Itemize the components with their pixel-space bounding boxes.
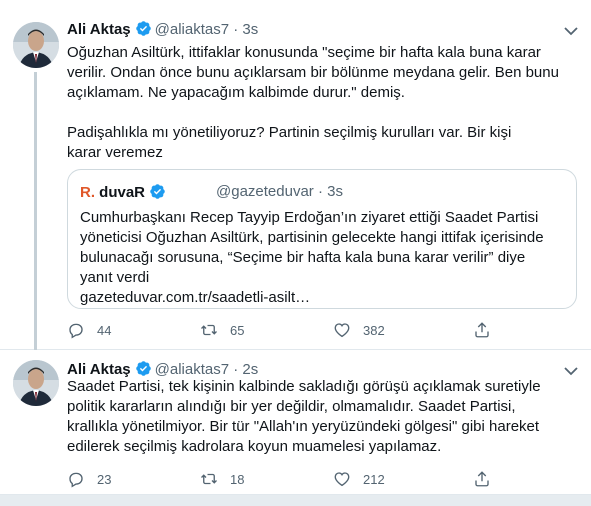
tweet-time[interactable]: 2s [242, 361, 258, 378]
author-handle[interactable]: @aliaktas7 [155, 21, 229, 38]
tweet-text-continued: Padişahlıkla mı yönetiliyoruz? Partinin … [67, 124, 512, 161]
quoted-tweet[interactable]: R. duvaR @gazeteduvar · 3s Cumhurbaşkanı… [67, 169, 577, 309]
like-icon [334, 472, 350, 487]
tweet-actions: 23 18 212 [67, 467, 497, 491]
like-button[interactable]: 382 [333, 318, 385, 342]
verified-badge-icon [149, 183, 166, 205]
like-count: 382 [363, 322, 385, 338]
tweet-time[interactable]: 3s [242, 21, 258, 38]
quote-link[interactable]: gazeteduvar.com.tr/saadetli-asilt… [80, 288, 560, 308]
reply-icon [69, 323, 83, 339]
reply-count: 44 [97, 322, 112, 338]
share-button[interactable] [473, 467, 491, 491]
reply-button[interactable]: 44 [67, 318, 111, 342]
chevron-down-icon[interactable] [563, 24, 579, 36]
thread-connector [34, 72, 37, 362]
avatar-image [13, 360, 59, 406]
avatar-image [13, 22, 59, 68]
reply-icon [69, 472, 83, 488]
like-icon [334, 323, 350, 338]
quote-author-label: duvaR [99, 184, 146, 201]
timeline: Ali Aktaş @aliaktas7 · 3s Oğuzhan Asiltür… [0, 0, 591, 506]
tweet-header: Ali Aktaş @aliaktas7 · 3s [67, 20, 258, 43]
share-icon [475, 471, 489, 487]
reply-button[interactable]: 23 [67, 467, 111, 491]
duvar-logo-icon: R. [80, 184, 95, 201]
quote-author-handle[interactable]: @gazeteduvar [216, 183, 314, 200]
avatar[interactable] [13, 22, 59, 68]
tweet-text: Oğuzhan Asiltürk, ittifaklar konusunda "… [67, 44, 559, 101]
avatar[interactable] [13, 360, 59, 406]
chevron-down-icon[interactable] [563, 364, 579, 376]
author-name[interactable]: Ali Aktaş [67, 361, 131, 378]
quote-meta: @gazeteduvar · 3s [216, 183, 343, 201]
tweet[interactable]: Ali Aktaş @aliaktas7 · 2s Saadet Partisi,… [0, 350, 591, 495]
separator-dot: · [317, 183, 323, 200]
like-button[interactable]: 212 [333, 467, 385, 491]
retweet-count: 18 [230, 471, 245, 487]
like-count: 212 [363, 471, 385, 487]
author-handle[interactable]: @aliaktas7 [155, 361, 229, 378]
share-icon [475, 322, 489, 338]
separator-dot: · [233, 21, 239, 38]
retweet-button[interactable]: 18 [200, 467, 244, 491]
retweet-icon [201, 324, 217, 336]
quote-author-name[interactable]: R. duvaR [80, 183, 169, 205]
retweet-count: 65 [230, 322, 245, 338]
tweet-actions: 44 65 382 [67, 318, 497, 342]
quote-time[interactable]: 3s [327, 183, 343, 200]
author-name[interactable]: Ali Aktaş [67, 21, 131, 38]
retweet-button[interactable]: 65 [200, 318, 244, 342]
separator-dot: · [233, 361, 239, 378]
tweet-text: Saadet Partisi, tek kişinin kalbinde sak… [67, 378, 541, 455]
quote-body: Cumhurbaşkanı Recep Tayyip Erdoğan’ın zi… [80, 209, 544, 286]
share-button[interactable] [473, 318, 491, 342]
quote-text: Cumhurbaşkanı Recep Tayyip Erdoğan’ın zi… [80, 208, 560, 308]
tweet[interactable]: Ali Aktaş @aliaktas7 · 3s Oğuzhan Asiltür… [0, 0, 591, 362]
verified-badge-icon [135, 20, 152, 43]
reply-count: 23 [97, 471, 112, 487]
retweet-icon [201, 473, 217, 485]
